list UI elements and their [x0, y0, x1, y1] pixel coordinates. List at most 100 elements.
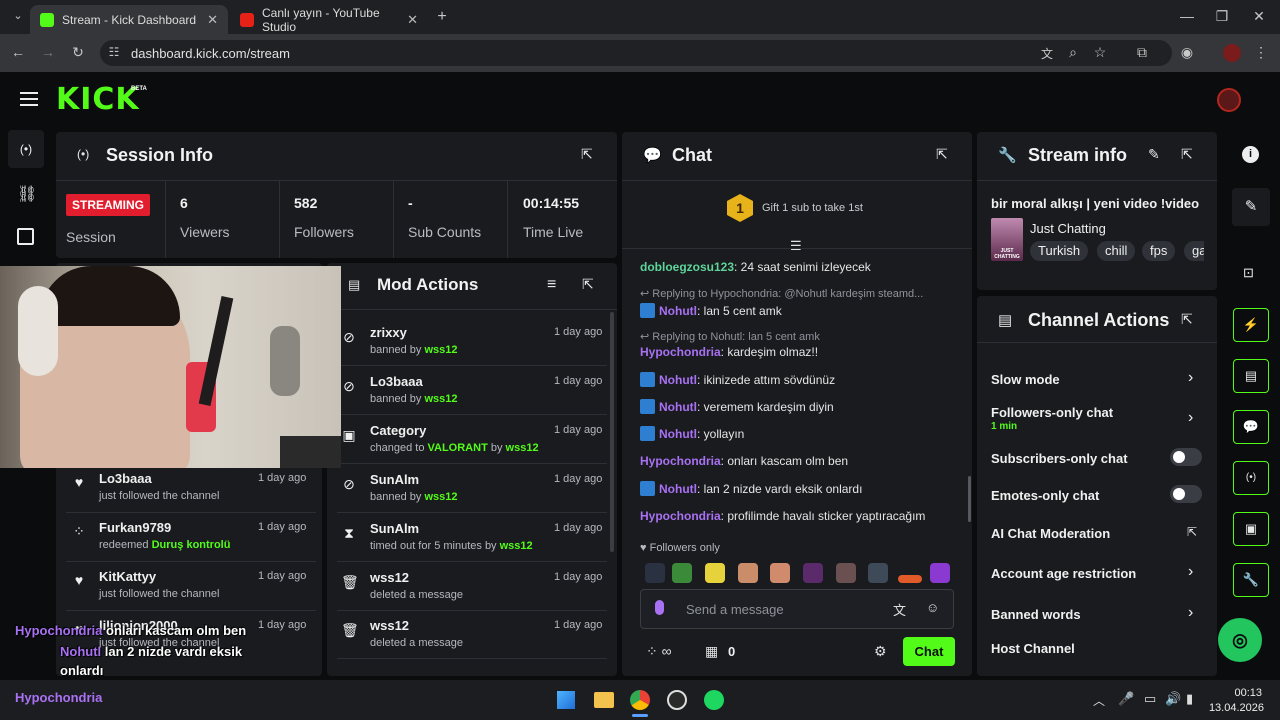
browser-menu-icon[interactable]: ⋮	[1251, 44, 1271, 61]
host-channel-option[interactable]: Host Channel	[991, 641, 1075, 656]
ban-icon: ⊘	[343, 329, 355, 345]
hamburger-menu-icon[interactable]	[20, 92, 38, 106]
popout-icon[interactable]: ⇱	[581, 146, 593, 163]
maximize-icon[interactable]: ❐	[1212, 8, 1232, 25]
chevron-right-icon[interactable]: ›	[1188, 409, 1193, 427]
chat-title: Chat	[672, 145, 712, 165]
filter-icon[interactable]: ≡	[547, 276, 556, 294]
emote-icon[interactable]	[738, 563, 758, 583]
file-explorer-icon[interactable]	[594, 692, 614, 708]
tray-battery-icon[interactable]: ▮	[1186, 691, 1193, 707]
close-tab-icon[interactable]: ✕	[407, 12, 418, 28]
quick-action-wrench-icon[interactable]: 🔧	[1233, 563, 1269, 597]
activity-user[interactable]: KitKattyy	[99, 569, 156, 584]
tray-mic-icon[interactable]: 🎤	[1118, 691, 1134, 707]
profile-avatar[interactable]	[1223, 44, 1241, 62]
followers-only-option[interactable]: Followers-only chat	[991, 405, 1113, 420]
sidebar-link-icon[interactable]: ⛓	[17, 184, 37, 204]
chat-settings-icon[interactable]: ⚙	[874, 643, 887, 660]
emote-icon[interactable]	[930, 563, 950, 583]
popout-icon[interactable]: ⇱	[1181, 146, 1193, 163]
window-close-icon[interactable]: ✕	[1249, 8, 1269, 25]
bookmark-star-icon[interactable]: ☆	[1090, 44, 1110, 61]
extensions-icon[interactable]: ⧉	[1132, 44, 1152, 61]
tab-search-icon[interactable]: ⌄	[8, 9, 28, 22]
subscriber-badge-icon	[640, 399, 655, 414]
translate-icon[interactable]: 文	[1037, 45, 1057, 62]
external-link-icon[interactable]: ⇱	[1187, 525, 1197, 539]
site-info-icon[interactable]: ☷	[104, 45, 124, 59]
emote-icon[interactable]	[803, 563, 823, 583]
popout-icon[interactable]: ⇱	[1181, 311, 1193, 328]
emote-icon[interactable]	[770, 563, 790, 583]
minimize-icon[interactable]: —	[1177, 8, 1197, 24]
tab-kick-dashboard[interactable]: Stream - Kick Dashboard ✕	[30, 5, 228, 34]
pinned-toggle-icon[interactable]: ☰	[790, 238, 802, 254]
chevron-right-icon[interactable]: ›	[1188, 604, 1193, 622]
sidebar-analytics-icon[interactable]	[17, 228, 34, 245]
media-control-icon[interactable]: ◉	[1177, 44, 1197, 61]
chrome-icon[interactable]	[630, 690, 650, 710]
quick-action-video-icon[interactable]: ▣	[1233, 512, 1269, 546]
channel-points-icon[interactable]: ⁘ ∞	[646, 643, 672, 660]
user-avatar[interactable]	[1217, 88, 1241, 112]
close-tab-icon[interactable]: ✕	[207, 12, 218, 28]
chat-bubble-icon: 💬	[643, 147, 662, 164]
reload-icon[interactable]: ↻	[68, 44, 88, 61]
chat-message: Nohutl: lan 2 nizde vardı eksik onlardı	[640, 481, 862, 496]
emotes-only-toggle[interactable]	[1170, 485, 1202, 503]
tray-volume-icon[interactable]: 🔊	[1165, 691, 1181, 707]
clock-time[interactable]: 00:13	[1226, 687, 1262, 699]
microphone-icon[interactable]	[655, 600, 664, 615]
obs-icon[interactable]	[667, 690, 687, 710]
banned-words-option[interactable]: Banned words	[991, 607, 1081, 622]
tab-youtube-studio[interactable]: Canlı yayın - YouTube Studio ✕	[230, 5, 428, 34]
quick-action-broadcast-icon[interactable]: (•)	[1233, 461, 1269, 495]
clock-date[interactable]: 13.04.2026	[1208, 702, 1264, 714]
emote-icon[interactable]	[836, 563, 856, 583]
emote-icon[interactable]	[705, 563, 725, 583]
quick-action-bolt-icon[interactable]: ⚡	[1233, 308, 1269, 342]
windows-start-icon[interactable]	[557, 691, 575, 709]
gift-leaderboard-text[interactable]: Gift 1 sub to take 1st	[762, 202, 863, 214]
activity-user[interactable]: Furkan9789	[99, 520, 171, 535]
category-name[interactable]: Just Chatting	[1030, 221, 1106, 236]
chat-scrollbar[interactable]	[968, 476, 971, 522]
sidebar-stream-icon[interactable]: (•)	[8, 130, 44, 168]
emote-icon[interactable]	[672, 563, 692, 583]
chevron-right-icon[interactable]: ›	[1188, 369, 1193, 387]
emote-icon[interactable]	[898, 575, 922, 583]
slow-mode-option[interactable]: Slow mode	[991, 372, 1060, 387]
tray-network-icon[interactable]: ▭	[1144, 691, 1156, 707]
capture-icon[interactable]: ⊡	[1243, 265, 1254, 281]
edit-layout-icon[interactable]: ✎	[1232, 188, 1270, 226]
translate-icon[interactable]: 文	[893, 600, 906, 619]
gift-box-icon[interactable]: ▦	[705, 643, 718, 660]
mod-action-time: 1 day ago	[554, 375, 603, 387]
account-age-option[interactable]: Account age restriction	[991, 566, 1136, 581]
subscribers-only-toggle[interactable]	[1170, 448, 1202, 466]
quick-action-chat-icon[interactable]: 💬	[1233, 410, 1269, 444]
forward-icon[interactable]: →	[38, 44, 58, 60]
kick-logo[interactable]: KICK	[56, 82, 140, 117]
tray-chevron-icon[interactable]: ︿	[1093, 692, 1105, 709]
mod-actions-scrollbar[interactable]	[610, 312, 614, 552]
spotify-icon[interactable]	[704, 690, 724, 710]
activity-user[interactable]: Lo3baaa	[99, 471, 152, 486]
emote-icon[interactable]	[645, 563, 665, 583]
chevron-right-icon[interactable]: ›	[1188, 563, 1193, 581]
send-chat-button[interactable]: Chat	[903, 637, 955, 666]
popout-icon[interactable]: ⇱	[582, 276, 594, 293]
info-icon[interactable]: i	[1242, 146, 1259, 163]
zoom-icon[interactable]: ⌕	[1063, 44, 1083, 61]
back-icon[interactable]: ←	[8, 44, 28, 60]
ai-moderation-option[interactable]: AI Chat Moderation	[991, 526, 1110, 541]
emote-icon[interactable]	[868, 563, 888, 583]
edit-pencil-icon[interactable]: ✎	[1148, 146, 1160, 163]
support-headset-icon[interactable]: ◎	[1218, 618, 1262, 662]
quick-action-notes-icon[interactable]: ▤	[1233, 359, 1269, 393]
emoji-icon[interactable]: ☺	[926, 600, 939, 615]
new-tab-icon[interactable]: +	[432, 8, 452, 26]
heart-icon: ♥	[74, 474, 84, 490]
popout-icon[interactable]: ⇱	[936, 146, 948, 163]
